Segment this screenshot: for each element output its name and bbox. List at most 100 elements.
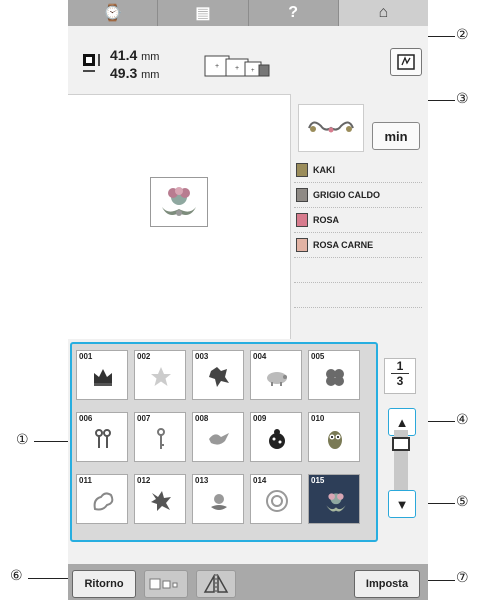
thread-preview <box>298 104 364 152</box>
color-name: GRIGIO CALDO <box>313 190 380 200</box>
top-toolbar: ⌚ ▤ ? ⌂ <box>68 0 428 26</box>
color-row: ROSA <box>294 208 422 233</box>
resize-icon <box>149 578 178 590</box>
pattern-cell-001[interactable]: 001 <box>76 350 128 400</box>
callout-2: ② <box>456 27 469 43</box>
scroll-thumb[interactable] <box>392 437 410 451</box>
help-icon: ? <box>288 4 299 21</box>
mirror-icon <box>203 574 229 594</box>
home-button[interactable]: ⌂ <box>338 0 428 26</box>
pattern-cell-013[interactable]: 013 <box>192 474 244 524</box>
frame-view-icon <box>397 54 415 70</box>
crown-icon <box>94 369 112 386</box>
callout-1: ① <box>16 432 29 448</box>
pattern-cell-002[interactable]: 002 <box>134 350 186 400</box>
pattern-number: 007 <box>137 414 151 423</box>
star-icon <box>151 367 171 386</box>
color-row-empty <box>294 283 422 308</box>
thread-color-list: KAKI GRIGIO CALDO ROSA ROSA CARNE <box>294 158 422 308</box>
pattern-cell-014[interactable]: 014 <box>250 474 302 524</box>
pattern-number: 015 <box>311 476 325 485</box>
pattern-number: 006 <box>79 414 93 423</box>
owl-icon <box>328 431 342 449</box>
return-button[interactable]: Ritorno <box>72 570 136 598</box>
callout-6: ⑥ <box>10 568 23 584</box>
scroll-ornament-icon <box>93 492 114 511</box>
svg-text:+: + <box>251 68 255 74</box>
color-row: KAKI <box>294 158 422 183</box>
callout-7: ⑦ <box>456 570 469 586</box>
pattern-number: 014 <box>253 476 267 485</box>
dragon-icon <box>151 491 171 511</box>
pattern-number: 005 <box>311 352 325 361</box>
width-value: 41.4 <box>110 47 138 63</box>
size-button[interactable] <box>144 570 188 598</box>
clock-icon: ⌚ <box>102 5 123 22</box>
pattern-number: 003 <box>195 352 209 361</box>
view-button[interactable] <box>390 48 422 76</box>
callout-3: ③ <box>456 91 469 107</box>
pattern-grid: 001 002 003 004 005 006 007 008 009 010 … <box>70 342 378 542</box>
color-name: KAKI <box>313 165 335 175</box>
pattern-number: 010 <box>311 414 325 423</box>
width-unit: mm <box>141 51 160 63</box>
color-row: GRIGIO CALDO <box>294 183 422 208</box>
pattern-cell-007[interactable]: 007 <box>134 412 186 462</box>
keys-icon <box>95 429 111 448</box>
pattern-number: 002 <box>137 352 151 361</box>
svg-text:+: + <box>235 65 239 72</box>
up-arrow-icon: ▲ <box>395 414 409 430</box>
pattern-number: 012 <box>137 476 151 485</box>
thread-spool-icon <box>296 213 308 227</box>
clover-icon <box>326 369 344 386</box>
help-button[interactable]: ? <box>249 0 339 26</box>
height-unit: mm <box>141 69 160 81</box>
pattern-cell-003[interactable]: 003 <box>192 350 244 400</box>
bottom-toolbar: Ritorno Imposta <box>68 564 428 600</box>
color-row-empty <box>294 258 422 283</box>
pattern-number: 013 <box>195 476 209 485</box>
crest-icon <box>211 494 227 510</box>
pattern-cell-004[interactable]: 004 <box>250 350 302 400</box>
pattern-cell-015[interactable]: 015 <box>308 474 360 524</box>
thread-spool-icon <box>296 188 308 202</box>
dimensions: 41.4 mm 49.3 mm <box>110 47 159 83</box>
pattern-number: 001 <box>79 352 93 361</box>
pattern-cell-011[interactable]: 011 <box>76 474 128 524</box>
pattern-cell-010[interactable]: 010 <box>308 412 360 462</box>
lace-medallion-icon <box>266 490 288 512</box>
svg-text:+: + <box>215 63 219 70</box>
floral-pattern-icon <box>326 493 346 512</box>
color-name: ROSA <box>313 215 340 225</box>
callout-5: ⑤ <box>456 494 469 510</box>
hoop-size-icon: + + + <box>204 55 270 77</box>
ladybug-icon <box>269 429 285 449</box>
page-total: 3 <box>396 374 404 388</box>
pattern-cell-009[interactable]: 009 <box>250 412 302 462</box>
key-icon <box>157 428 165 449</box>
floral-pattern-icon <box>162 187 196 216</box>
swirl-ornament-icon <box>308 121 354 133</box>
lion-icon <box>209 367 229 387</box>
pig-icon <box>267 372 287 386</box>
mirror-button[interactable] <box>196 570 236 598</box>
min-button[interactable]: min <box>372 122 420 150</box>
scroll-down-button[interactable]: ▼ <box>388 490 416 518</box>
info-bar: 41.4 mm 49.3 mm + + + <box>68 36 428 90</box>
color-name: ROSA CARNE <box>313 240 374 250</box>
page-current: 1 <box>396 359 404 373</box>
height-value: 49.3 <box>110 65 138 81</box>
pattern-preview-area <box>68 94 291 339</box>
pattern-cell-006[interactable]: 006 <box>76 412 128 462</box>
pattern-number: 011 <box>79 476 92 485</box>
clock-button[interactable]: ⌚ <box>68 0 159 26</box>
document-icon: ▤ <box>195 5 211 22</box>
pattern-cell-008[interactable]: 008 <box>192 412 244 462</box>
document-button[interactable]: ▤ <box>158 0 249 26</box>
embroidery-screen: ⌚ ▤ ? ⌂ 41.4 mm 49.3 mm + + + min KAKI G… <box>68 0 428 600</box>
pattern-cell-005[interactable]: 005 <box>308 350 360 400</box>
bird-icon <box>209 433 229 445</box>
set-button[interactable]: Imposta <box>354 570 420 598</box>
pattern-cell-012[interactable]: 012 <box>134 474 186 524</box>
pattern-number: 008 <box>195 414 209 423</box>
